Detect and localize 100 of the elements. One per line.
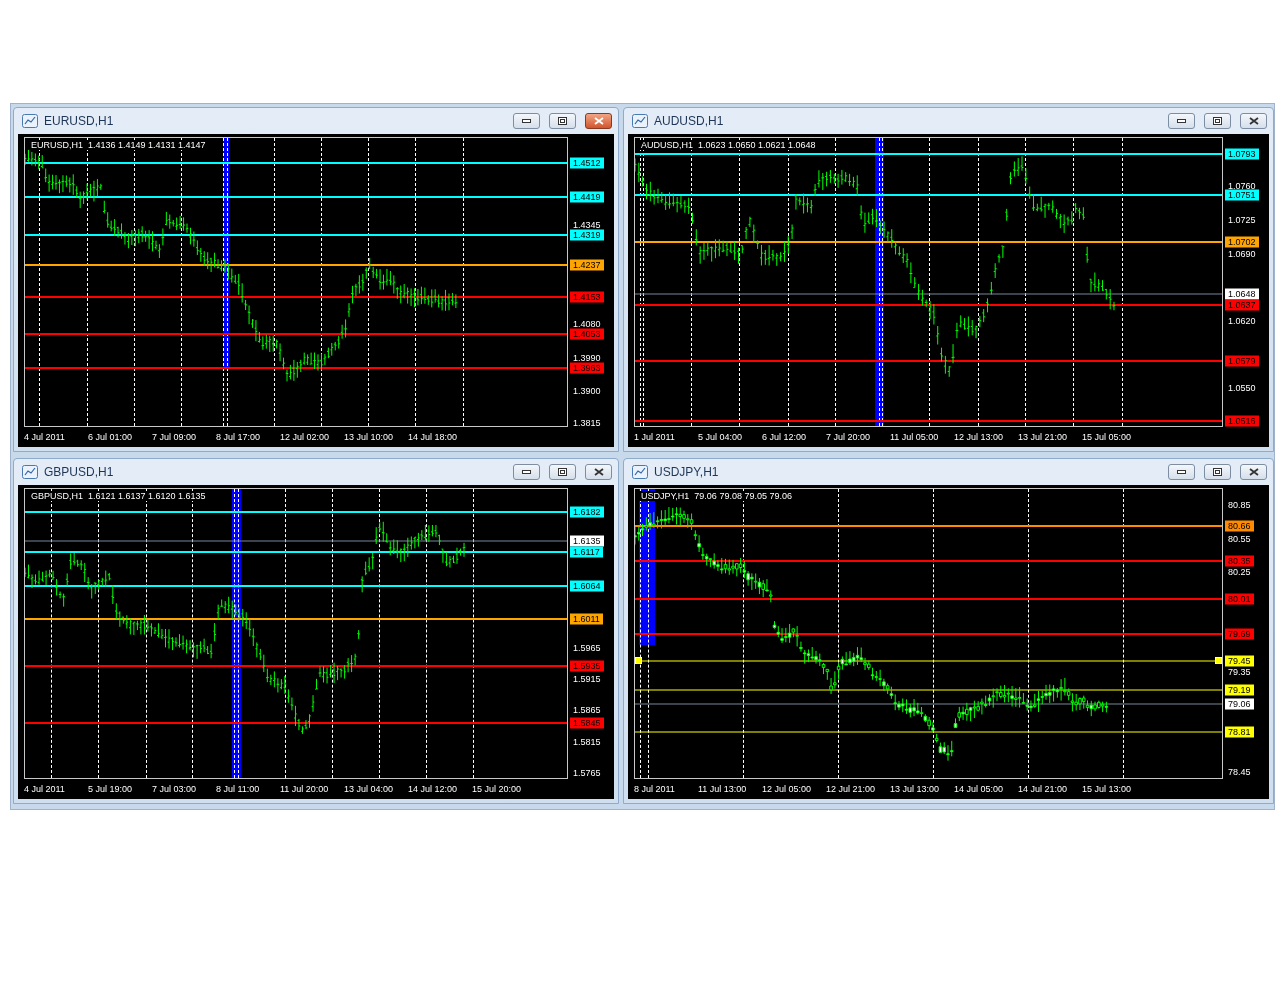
window-title: AUDUSD,H1 — [654, 114, 725, 128]
restore-icon — [558, 117, 567, 125]
price-tag: 1.4237 — [570, 259, 604, 271]
price-tick: 1.0725 — [1228, 214, 1256, 225]
price-tag: 79.06 — [1225, 698, 1254, 710]
restore-icon — [558, 468, 567, 476]
time-label: 4 Jul 2011 — [24, 784, 66, 794]
price-tag: 1.4512 — [570, 157, 604, 169]
price-tag: 1.0648 — [1225, 288, 1259, 300]
price-tag: 80.01 — [1225, 593, 1254, 605]
chart-icon — [22, 114, 38, 128]
restore-button[interactable] — [1204, 113, 1231, 129]
price-tick: 1.5765 — [573, 768, 601, 778]
time-label: 14 Jul 05:00 — [954, 784, 1005, 794]
time-label: 15 Jul 20:00 — [472, 784, 523, 794]
price-tick: 79.35 — [1228, 667, 1251, 677]
price-tag: 1.4153 — [570, 291, 604, 303]
close-icon — [593, 468, 604, 476]
price-tick: 1.0550 — [1228, 383, 1256, 394]
time-label: 11 Jul 05:00 — [890, 432, 940, 442]
price-tick: 1.3990 — [573, 352, 601, 363]
price-tag: 1.6011 — [570, 613, 603, 625]
time-label: 12 Jul 13:00 — [954, 432, 1005, 442]
time-label: 15 Jul 05:00 — [1082, 432, 1133, 442]
time-label: 13 Jul 13:00 — [890, 784, 941, 794]
line-handle[interactable] — [1215, 657, 1222, 665]
price-tag: 1.5845 — [570, 717, 604, 729]
close-icon — [593, 117, 604, 125]
time-label: 11 Jul 20:00 — [280, 784, 330, 794]
minimize-icon — [1177, 470, 1186, 474]
minimize-icon — [522, 119, 531, 123]
price-tag: 1.0579 — [1225, 355, 1259, 366]
price-header: USDJPY,H1 79.06 79.08 79.05 79.06 — [639, 491, 794, 501]
price-tag: 1.4053 — [570, 328, 604, 340]
close-icon — [1248, 468, 1259, 476]
close-button[interactable] — [1240, 113, 1267, 129]
time-label: 11 Jul 13:00 — [698, 784, 748, 794]
restore-button[interactable] — [549, 464, 576, 480]
price-tick: 80.85 — [1228, 500, 1251, 511]
price-tick: 1.5815 — [573, 736, 601, 747]
price-tag: 1.0793 — [1225, 148, 1259, 160]
time-label: 1 Jul 2011 — [634, 432, 676, 442]
minimize-button[interactable] — [1168, 113, 1195, 129]
minimize-button[interactable] — [513, 113, 540, 129]
price-tick: 1.5915 — [573, 673, 601, 684]
minimize-icon — [522, 470, 531, 474]
price-tick: 1.3815 — [573, 418, 601, 428]
time-label: 13 Jul 10:00 — [344, 432, 395, 442]
price-tick: 1.5865 — [573, 705, 601, 716]
line-handle[interactable] — [635, 657, 642, 665]
price-tick: 80.25 — [1228, 566, 1251, 577]
close-button[interactable] — [585, 113, 612, 129]
restore-button[interactable] — [549, 113, 576, 129]
price-tag: 79.69 — [1225, 628, 1254, 640]
time-label: 7 Jul 09:00 — [152, 432, 198, 442]
window-title: EURUSD,H1 — [44, 114, 115, 128]
minimize-button[interactable] — [513, 464, 540, 480]
price-header: EURUSD,H1 1.4136 1.4149 1.4131 1.4147 — [29, 140, 208, 150]
close-button[interactable] — [585, 464, 612, 480]
price-tag: 78.81 — [1225, 726, 1254, 738]
chart-icon — [632, 465, 648, 479]
price-tag: 80.35 — [1225, 555, 1254, 567]
time-label: 8 Jul 2011 — [634, 784, 676, 794]
time-label: 14 Jul 12:00 — [408, 784, 459, 794]
time-label: 4 Jul 2011 — [24, 432, 66, 442]
price-tag: 1.4419 — [570, 191, 604, 203]
time-label: 14 Jul 18:00 — [408, 432, 459, 442]
price-tag: 1.6182 — [570, 506, 604, 518]
price-tag: 1.6064 — [570, 580, 604, 592]
time-label: 8 Jul 17:00 — [216, 432, 262, 442]
price-tag: 1.0751 — [1225, 189, 1259, 201]
chart-icon — [22, 465, 38, 479]
time-label: 7 Jul 03:00 — [152, 784, 198, 794]
time-label: 13 Jul 21:00 — [1018, 432, 1069, 442]
price-tick: 1.5965 — [573, 642, 601, 653]
price-tag: 1.6117 — [570, 546, 603, 558]
chart-icon — [632, 114, 648, 128]
restore-button[interactable] — [1204, 464, 1231, 480]
time-label: 12 Jul 21:00 — [826, 784, 877, 794]
price-tick: 1.3900 — [573, 386, 601, 397]
time-label: 12 Jul 05:00 — [762, 784, 813, 794]
time-label: 14 Jul 21:00 — [1018, 784, 1069, 794]
price-tag: 79.19 — [1225, 684, 1254, 696]
price-tick: 1.0760 — [1228, 181, 1256, 192]
time-label: 7 Jul 20:00 — [826, 432, 872, 442]
time-label: 5 Jul 19:00 — [88, 784, 134, 794]
minimize-button[interactable] — [1168, 464, 1195, 480]
price-tag: 1.0702 — [1225, 236, 1259, 248]
price-tick: 1.0620 — [1228, 316, 1256, 326]
close-button[interactable] — [1240, 464, 1267, 480]
time-label: 5 Jul 04:00 — [698, 432, 744, 442]
price-header: AUDUSD,H1 1.0623 1.0650 1.0621 1.0648 — [639, 140, 818, 150]
time-label: 6 Jul 12:00 — [762, 432, 808, 442]
price-tick: 1.4080 — [573, 319, 601, 329]
restore-icon — [1213, 468, 1222, 476]
time-label: 8 Jul 11:00 — [216, 784, 261, 794]
price-tick: 78.45 — [1228, 767, 1251, 778]
time-label: 15 Jul 13:00 — [1082, 784, 1133, 794]
price-tick: 80.55 — [1228, 533, 1251, 544]
time-label: 13 Jul 04:00 — [344, 784, 395, 794]
